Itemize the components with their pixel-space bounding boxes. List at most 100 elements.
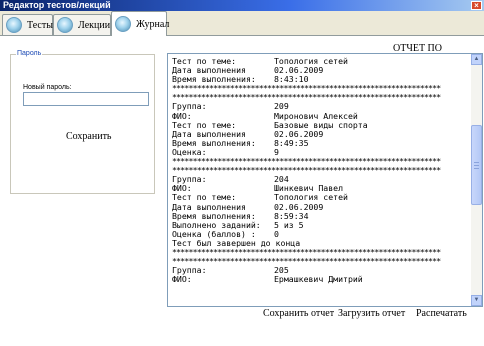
globe-icon	[115, 16, 131, 32]
report-line: Группа: 204	[172, 175, 468, 184]
report-line: Дата выполнения 02.06.2009	[172, 130, 468, 139]
report-line-key: ****************************************…	[172, 157, 441, 167]
print-button[interactable]: Распечатать	[416, 308, 467, 319]
tab-lectures[interactable]: Лекции	[53, 14, 111, 35]
report-line: Тест по теме: Базовые виды спорта	[172, 121, 468, 130]
grip-line	[474, 162, 479, 163]
scroll-up-icon: ▲	[473, 56, 480, 62]
report-line: Группа: 205	[172, 266, 468, 275]
window-title: Редактор тестов/лекций	[3, 0, 111, 10]
report-line-value: 209	[274, 102, 289, 112]
report-line: Тест по теме: Топология сетей	[172, 193, 468, 202]
report-line: Группа: 209	[172, 102, 468, 111]
report-line-key: Время выполнения:	[172, 138, 256, 148]
scroll-down-icon: ▼	[473, 297, 480, 303]
report-line-key: Оценка:	[172, 147, 207, 157]
report-line-key: ФИО:	[172, 275, 192, 285]
report-line: ****************************************…	[172, 166, 468, 175]
tab-label: Лекции	[78, 20, 111, 31]
report-line-key: Дата выполнения	[172, 129, 246, 139]
report-line-key: Дата выполнения	[172, 66, 246, 76]
journal-panel: Пароль Новый пароль: Сохранить ОТЧЕТ ПО …	[0, 35, 484, 346]
report-line-key: ****************************************…	[172, 93, 441, 103]
password-group-legend: Пароль	[16, 50, 43, 57]
report-line: Время выполнения: 8:59:34	[172, 212, 468, 221]
report-line-key: Группа:	[172, 102, 207, 112]
load-report-button[interactable]: Загрузить отчет	[338, 308, 405, 319]
report-line-key: ****************************************…	[172, 166, 441, 176]
report-line: ФИО: Миронович Алексей	[172, 112, 468, 121]
globe-icon	[6, 17, 22, 33]
save-password-button[interactable]: Сохранить	[66, 131, 112, 142]
report-line: Оценка: 9	[172, 148, 468, 157]
report-line-value: 204	[274, 175, 289, 185]
grip-line	[474, 165, 479, 166]
scroll-up-button[interactable]: ▲	[471, 54, 482, 65]
report-line-value: 8:43:10	[274, 75, 309, 85]
report-line-value: 02.06.2009	[274, 202, 324, 212]
report-line-key: ****************************************…	[172, 247, 441, 257]
report-line-key: ФИО:	[172, 184, 192, 194]
report-scrollbar[interactable]: ▲ ▼	[471, 54, 482, 306]
report-line-key: Группа:	[172, 175, 207, 185]
report-line: Время выполнения: 8:43:10	[172, 75, 468, 84]
report-line: Оценка (баллов) : 0	[172, 230, 468, 239]
report-lines: Тест по теме: Топология сетей Дата выполне…	[172, 57, 468, 284]
close-icon: ×	[474, 1, 479, 10]
report-line-value: 8:59:34	[274, 211, 309, 221]
report-line-key: Выполнено заданий:	[172, 220, 261, 230]
report-line-value: Ермашкевич Дмитрий	[274, 275, 363, 285]
report-line: Тест по теме: Топология сетей	[172, 57, 468, 66]
report-line-key: Тест был завершен до конца	[172, 238, 301, 248]
save-report-button[interactable]: Сохранить отчет	[263, 308, 334, 319]
scroll-thumb[interactable]	[471, 125, 482, 205]
report-line-value: Базовые виды спорта	[274, 120, 368, 130]
scroll-down-button[interactable]: ▼	[471, 295, 482, 306]
report-line: ****************************************…	[172, 157, 468, 166]
report-line-key: Дата выполнения	[172, 202, 246, 212]
report-line: Дата выполнения 02.06.2009	[172, 66, 468, 75]
globe-icon	[57, 17, 73, 33]
report-line-value: 0	[274, 229, 279, 239]
report-line-key: Группа:	[172, 266, 207, 276]
report-line-value: Шинкевич Павел	[274, 184, 344, 194]
report-line-key: Тест по теме:	[172, 57, 237, 66]
tab-journal[interactable]: Журнал	[111, 11, 170, 36]
report-line-key: ****************************************…	[172, 257, 441, 267]
report-line: Дата выполнения 02.06.2009	[172, 203, 468, 212]
report-line: ФИО: Шинкевич Павел	[172, 184, 468, 193]
report-line-value: 5 из 5	[274, 220, 304, 230]
report-line-key: Время выполнения:	[172, 75, 256, 85]
report-line-value: 205	[274, 266, 289, 276]
report-line: ****************************************…	[172, 257, 468, 266]
close-button[interactable]: ×	[471, 1, 482, 10]
report-line: ****************************************…	[172, 248, 468, 257]
report-line-value: 02.06.2009	[274, 66, 324, 76]
report-textarea[interactable]: Тест по теме: Топология сетей Дата выполне…	[167, 53, 483, 307]
report-line: Выполнено заданий: 5 из 5	[172, 221, 468, 230]
report-line-value: 9	[274, 147, 279, 157]
new-password-label: Новый пароль:	[23, 84, 72, 91]
report-line-value: Топология сетей	[274, 193, 348, 203]
report-line-key: Оценка (баллов) :	[172, 229, 256, 239]
tab-label: Тесты	[27, 20, 53, 31]
report-line-key: Тест по теме:	[172, 193, 237, 203]
new-password-field[interactable]	[23, 92, 149, 106]
tab-label: Журнал	[136, 19, 170, 30]
grip-line	[474, 168, 479, 169]
tab-strip: Тесты Лекции Журнал	[0, 11, 484, 36]
report-line: ФИО: Ермашкевич Дмитрий	[172, 275, 468, 284]
report-line-value: Миронович Алексей	[274, 111, 358, 121]
report-line-value: 8:49:35	[274, 138, 309, 148]
password-groupbox: Пароль Новый пароль: Сохранить	[10, 50, 155, 194]
report-line: Тест был завершен до конца	[172, 239, 468, 248]
report-line: ****************************************…	[172, 84, 468, 93]
report-line: Время выполнения: 8:49:35	[172, 139, 468, 148]
report-line-key: Время выполнения:	[172, 211, 256, 221]
window-titlebar: Редактор тестов/лекций ×	[0, 0, 484, 11]
tab-tests[interactable]: Тесты	[2, 14, 53, 35]
report-line-key: Тест по теме:	[172, 120, 237, 130]
report-line-value: 02.06.2009	[274, 129, 324, 139]
report-line: ****************************************…	[172, 93, 468, 102]
report-line-key: ФИО:	[172, 111, 192, 121]
